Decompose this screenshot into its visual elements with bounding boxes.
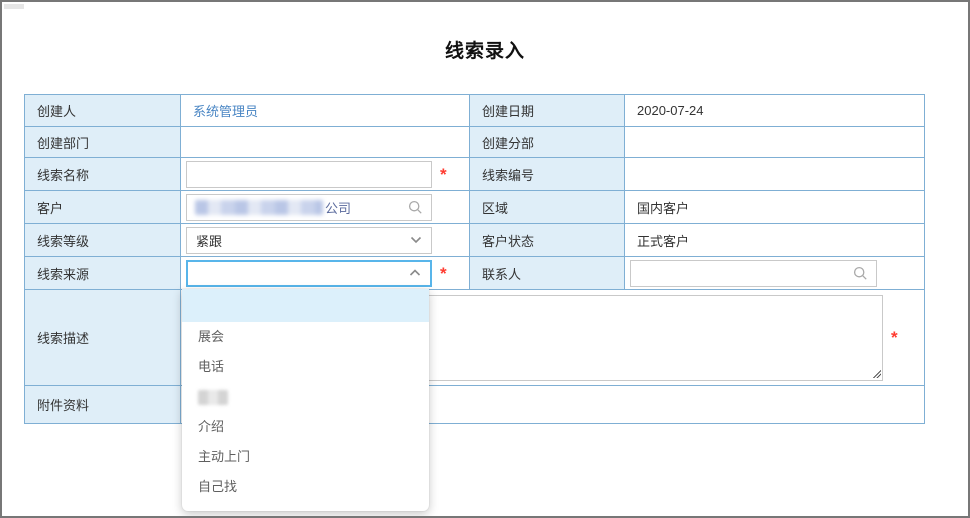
lead-no-label: 线索编号 [469, 157, 625, 191]
create-date-value: 2020-07-24 [637, 103, 704, 118]
lead-level-label: 线索等级 [24, 223, 181, 257]
row-creator-date: 创建人 系统管理员 创建日期 2020-07-24 [24, 94, 925, 127]
row-level-status: 线索等级 紧跟 客户状态 正式客户 [24, 223, 925, 257]
resize-grip-icon[interactable] [872, 368, 881, 378]
search-icon[interactable] [853, 266, 868, 281]
row-customer-region: 客户 公司 区域 国内客户 [24, 190, 925, 224]
window-artifact [4, 4, 24, 9]
lead-source-required-mark: * [440, 263, 447, 283]
chevron-down-icon [410, 236, 422, 244]
region-value: 国内客户 [637, 200, 690, 216]
row-attachment: 附件资料 [24, 385, 925, 424]
lead-desc-label: 线索描述 [24, 289, 181, 386]
attachment-label: 附件资料 [24, 385, 181, 424]
region-label: 区域 [469, 190, 625, 224]
row-name-no: 线索名称 * 线索编号 [24, 157, 925, 191]
row-description: 线索描述 * [24, 289, 925, 386]
customer-name-redacted [195, 199, 323, 215]
redacted-text-block [198, 390, 228, 405]
search-icon[interactable] [408, 200, 423, 215]
creator-label: 创建人 [24, 94, 181, 127]
dropdown-option-blank[interactable] [182, 289, 429, 322]
customer-status-label: 客户状态 [469, 223, 625, 257]
create-dept-label: 创建部门 [24, 126, 181, 158]
create-date-label: 创建日期 [469, 94, 625, 127]
creator-value-link[interactable]: 系统管理员 [181, 101, 258, 120]
dropdown-option[interactable]: 主动上门 [182, 442, 429, 472]
lead-entry-window: 线索录入 创建人 系统管理员 创建日期 2020-07-24 创建部门 创建分部… [0, 0, 970, 518]
lead-entry-form: 创建人 系统管理员 创建日期 2020-07-24 创建部门 创建分部 线索名称… [24, 94, 925, 424]
lead-source-dropdown: 展会 电话 介绍 主动上门 自己找 [182, 289, 429, 511]
row-source-contact: 线索来源 * 联系人 [24, 256, 925, 290]
row-dept-branch: 创建部门 创建分部 [24, 126, 925, 158]
customer-search-input[interactable]: 公司 [186, 193, 432, 221]
dropdown-option[interactable]: 介绍 [182, 412, 429, 442]
customer-label: 客户 [24, 190, 181, 224]
contact-search-input[interactable] [630, 259, 877, 287]
lead-source-label: 线索来源 [24, 256, 181, 290]
lead-source-select[interactable] [186, 259, 432, 287]
create-branch-label: 创建分部 [469, 126, 625, 158]
chevron-up-icon [409, 269, 421, 277]
dropdown-option-redacted[interactable] [182, 382, 429, 412]
page-title: 线索录入 [444, 41, 525, 62]
lead-desc-required-mark: * [891, 328, 898, 347]
lead-name-label: 线索名称 [24, 157, 181, 191]
contact-label: 联系人 [469, 256, 625, 290]
customer-status-value: 正式客户 [637, 233, 690, 249]
dropdown-option[interactable]: 自己找 [182, 472, 429, 502]
lead-name-input[interactable] [186, 160, 432, 188]
dropdown-option[interactable]: 展会 [182, 322, 429, 352]
dropdown-option[interactable]: 电话 [182, 352, 429, 382]
lead-level-value: 紧跟 [196, 233, 223, 249]
lead-level-select[interactable]: 紧跟 [186, 226, 432, 254]
customer-name-suffix: 公司 [325, 200, 352, 216]
lead-name-required-mark: * [440, 164, 447, 184]
